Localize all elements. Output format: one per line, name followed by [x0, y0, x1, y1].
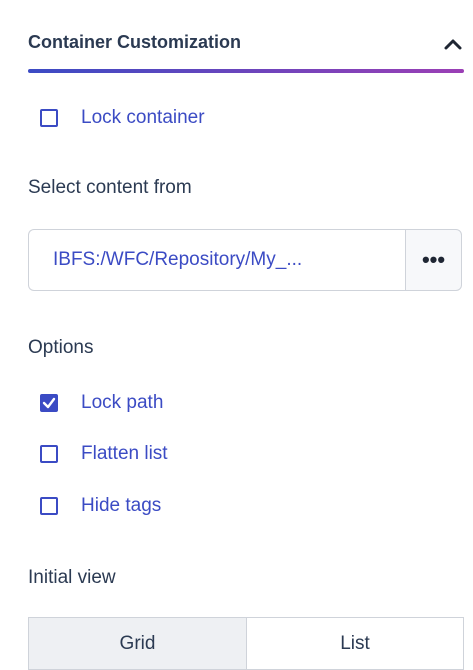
more-icon: ••• [421, 247, 446, 272]
initial-view-label: Initial view [28, 567, 116, 588]
chevron-up-icon[interactable] [442, 34, 464, 54]
grid-view-button[interactable]: Grid [28, 617, 246, 670]
options-label: Options [28, 337, 94, 358]
lock-container-checkbox[interactable] [40, 109, 58, 127]
lock-container-option[interactable]: Lock container [40, 105, 205, 131]
lock-path-checkbox[interactable] [40, 394, 58, 412]
hide-tags-label[interactable]: Hide tags [81, 495, 161, 517]
browse-button[interactable]: ••• [405, 229, 462, 291]
list-view-button[interactable]: List [246, 617, 464, 670]
flatten-list-checkbox[interactable] [40, 445, 58, 463]
hide-tags-checkbox[interactable] [40, 497, 58, 515]
hide-tags-option[interactable]: Hide tags [40, 493, 161, 519]
container-customization-panel: Container Customization Lock container S… [0, 0, 473, 670]
header-accent-rule [28, 69, 464, 73]
lock-path-label[interactable]: Lock path [81, 392, 163, 414]
content-path-field[interactable]: IBFS:/WFC/Repository/My_... [28, 229, 405, 291]
panel-header[interactable]: Container Customization [28, 24, 464, 70]
checkmark-icon [42, 397, 56, 409]
flatten-list-option[interactable]: Flatten list [40, 441, 168, 467]
lock-container-label[interactable]: Lock container [81, 107, 205, 129]
select-content-label: Select content from [28, 177, 192, 198]
panel-title: Container Customization [28, 32, 242, 52]
lock-path-option[interactable]: Lock path [40, 390, 163, 416]
flatten-list-label[interactable]: Flatten list [81, 443, 168, 465]
